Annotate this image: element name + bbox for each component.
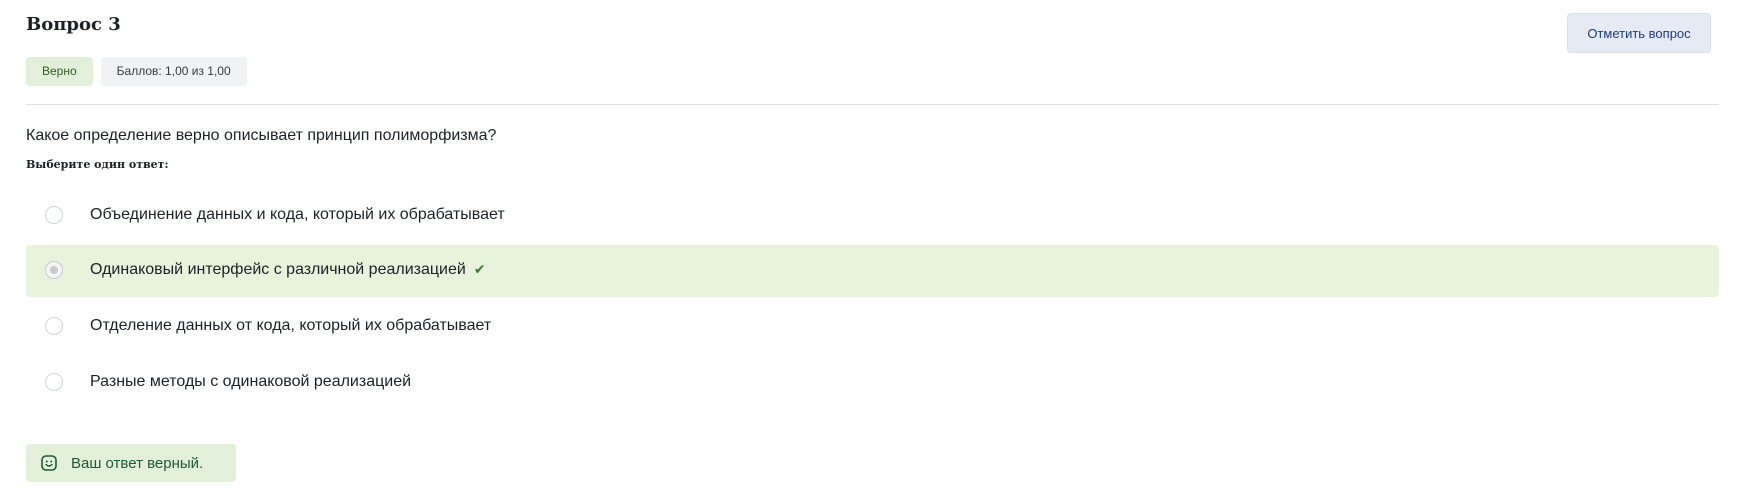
answer-label-4: Разные методы с одинаковой реализацией <box>90 373 412 390</box>
answer-label-1: Объединение данных и кода, который их об… <box>90 206 505 223</box>
answer-label-2-wrap: Одинаковый интерфейс с различной реализа… <box>90 261 486 279</box>
check-icon: ✔ <box>473 261 486 278</box>
answer-option-2[interactable]: Одинаковый интерфейс с различной реализа… <box>26 245 1719 297</box>
answer-option-4[interactable]: Разные методы с одинаковой реализацией <box>26 357 1719 409</box>
answer-label-2: Одинаковый интерфейс с различной реализа… <box>90 261 466 278</box>
flag-question-button[interactable]: Отметить вопрос <box>1567 13 1711 53</box>
answer-label-3: Отделение данных от кода, который их обр… <box>90 317 492 334</box>
answer-radio-4[interactable] <box>45 373 63 391</box>
question-title: Вопрос 3 <box>26 14 121 35</box>
divider <box>26 104 1719 105</box>
feedback-box: Ваш ответ верный. <box>26 444 236 482</box>
answer-radio-2[interactable] <box>45 261 63 279</box>
answer-option-3[interactable]: Отделение данных от кода, который их обр… <box>26 301 1719 353</box>
score-badge: Баллов: 1,00 из 1,00 <box>100 57 247 86</box>
feedback-text: Ваш ответ верный. <box>71 454 204 472</box>
question-badges: Верно Баллов: 1,00 из 1,00 <box>26 57 247 86</box>
smile-icon <box>40 454 58 472</box>
answer-radio-3[interactable] <box>45 317 63 335</box>
answer-radio-1[interactable] <box>45 206 63 224</box>
answer-prompt: Выберите один ответ: <box>26 158 169 171</box>
answer-option-1[interactable]: Объединение данных и кода, который их об… <box>26 190 1719 242</box>
question-text: Какое определение верно описывает принци… <box>26 127 497 144</box>
status-badge: Верно <box>26 57 93 86</box>
